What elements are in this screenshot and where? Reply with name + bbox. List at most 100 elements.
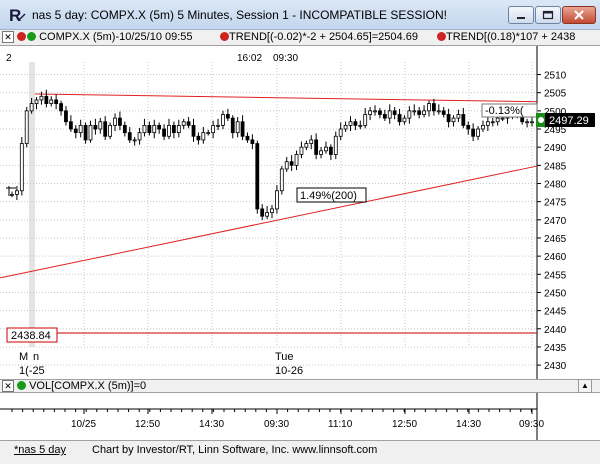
candle-body — [294, 154, 299, 166]
day-label-1b: n — [33, 351, 39, 363]
legend-symbol[interactable]: COMPX.X (5m)-10/25/10 09:55 — [17, 31, 193, 43]
candle-body — [88, 124, 93, 141]
candle-body — [196, 135, 201, 141]
candle-body — [358, 124, 363, 127]
close-volume-icon[interactable]: ✕ — [2, 380, 14, 392]
candle-body — [382, 114, 387, 119]
candle-body — [191, 124, 196, 137]
candle-body — [446, 114, 451, 123]
candle-body — [417, 110, 422, 115]
candle-body — [64, 110, 68, 123]
y-tick-label: 2490 — [544, 143, 567, 154]
candle-body — [137, 132, 142, 141]
candle-body — [167, 124, 171, 137]
candle-body — [461, 114, 466, 126]
svg-text:R: R — [9, 6, 21, 24]
y-tick-label: 2470 — [544, 216, 567, 227]
candle-body — [255, 143, 260, 210]
last-price-badge: 2497.29 — [536, 113, 595, 127]
close-chart-icon[interactable]: ✕ — [2, 31, 14, 43]
candle-body — [132, 139, 137, 142]
time-axis-pane: 10/25 12:50 14:30 09:30 11:10 12:50 14:30 09:30 — [0, 393, 600, 440]
day-label-2b: 10-26 — [275, 365, 303, 377]
candle-body — [29, 103, 34, 112]
candle-body — [103, 121, 108, 137]
candle-body — [270, 208, 274, 213]
candle-body — [44, 95, 49, 104]
candle-body — [436, 110, 441, 113]
horizontal-line-value: 2438.84 — [11, 330, 51, 342]
candle-body — [93, 124, 98, 130]
legend-trend-1[interactable]: TREND[(-0.02)*-2 + 2504.65]=2504.69 — [220, 31, 418, 43]
candle-body — [397, 114, 402, 123]
candle-body — [427, 103, 431, 112]
candle-body — [481, 124, 485, 130]
candle-body — [24, 110, 29, 144]
time-tick-label: 11:10 — [328, 419, 353, 430]
candle-body — [260, 208, 265, 217]
candle-body — [19, 143, 24, 192]
candle-body — [221, 114, 225, 126]
symbol-label: COMPX.X (5m)-10/25/10 09:55 — [39, 31, 193, 43]
candle-body — [98, 121, 103, 130]
price-chart[interactable]: 2510250525002495249024852480247524702465… — [0, 46, 600, 379]
top-label-left: 2 — [6, 53, 12, 64]
candle-body — [157, 124, 162, 130]
green-dot-icon — [17, 381, 26, 390]
close-button[interactable] — [562, 6, 596, 24]
candle-body — [412, 110, 417, 113]
y-tick-label: 2485 — [544, 161, 567, 172]
maximize-button[interactable] — [535, 6, 561, 24]
candle-body — [343, 124, 348, 130]
candle-body — [319, 150, 323, 155]
candle-body — [353, 121, 358, 126]
chart-tab[interactable]: *nas 5 day — [14, 444, 66, 456]
candle-body — [265, 212, 269, 217]
candle-body — [289, 161, 294, 166]
time-tick-label: 14:30 — [199, 419, 224, 430]
day-label-2a: Tue — [275, 351, 294, 363]
y-tick-label: 2480 — [544, 179, 567, 190]
y-tick-label: 2475 — [544, 198, 567, 209]
pct-label-1: 1.49%(200) — [300, 190, 357, 202]
volume-legend[interactable]: VOL[COMPX.X (5m)]=0 — [17, 380, 146, 392]
candle-body — [530, 121, 534, 124]
candle-body — [186, 121, 191, 126]
day-label-1c: 1(-25 — [19, 365, 45, 377]
y-tick-label: 2510 — [544, 71, 567, 82]
credit-text: Chart by Investor/RT, Linn Software, Inc… — [92, 444, 378, 456]
candle-body — [49, 99, 54, 104]
candle-body — [10, 193, 14, 196]
candle-body — [240, 121, 245, 137]
candle-body — [59, 103, 63, 112]
candle-body — [456, 114, 461, 119]
candle-body — [402, 117, 407, 123]
minimize-button[interactable] — [508, 6, 534, 24]
volume-pane-toggle-icon[interactable]: ▲ — [578, 379, 592, 393]
candle-body — [471, 128, 476, 137]
candle-body — [127, 132, 132, 141]
candle-body — [230, 117, 235, 134]
candle-body — [476, 128, 480, 137]
candle-body — [118, 117, 122, 126]
maximize-icon — [542, 10, 554, 20]
candle-body — [279, 168, 284, 192]
time-tick-label: 12:50 — [392, 419, 417, 430]
candle-body — [466, 124, 471, 130]
candle-body — [54, 99, 59, 104]
candle-body — [211, 124, 216, 134]
candle-body — [490, 121, 495, 124]
y-tick-label: 2505 — [544, 89, 567, 100]
candle-body — [500, 117, 505, 120]
trend2-label: TREND[(0.18)*107 + 2438 — [446, 31, 576, 43]
time-tick-label: 09:30 — [264, 419, 289, 430]
window-title: nas 5 day: COMPX.X (5m) 5 Minutes, Sessi… — [32, 8, 448, 22]
candle-body — [422, 110, 426, 115]
candle-body — [314, 139, 319, 155]
candle-body — [368, 110, 373, 115]
legend-trend-2[interactable]: TREND[(0.18)*107 + 2438 — [437, 31, 575, 43]
candle-body — [39, 95, 44, 101]
candle-body — [68, 121, 73, 130]
candle-body — [348, 121, 353, 126]
red-dot-icon — [437, 32, 446, 41]
